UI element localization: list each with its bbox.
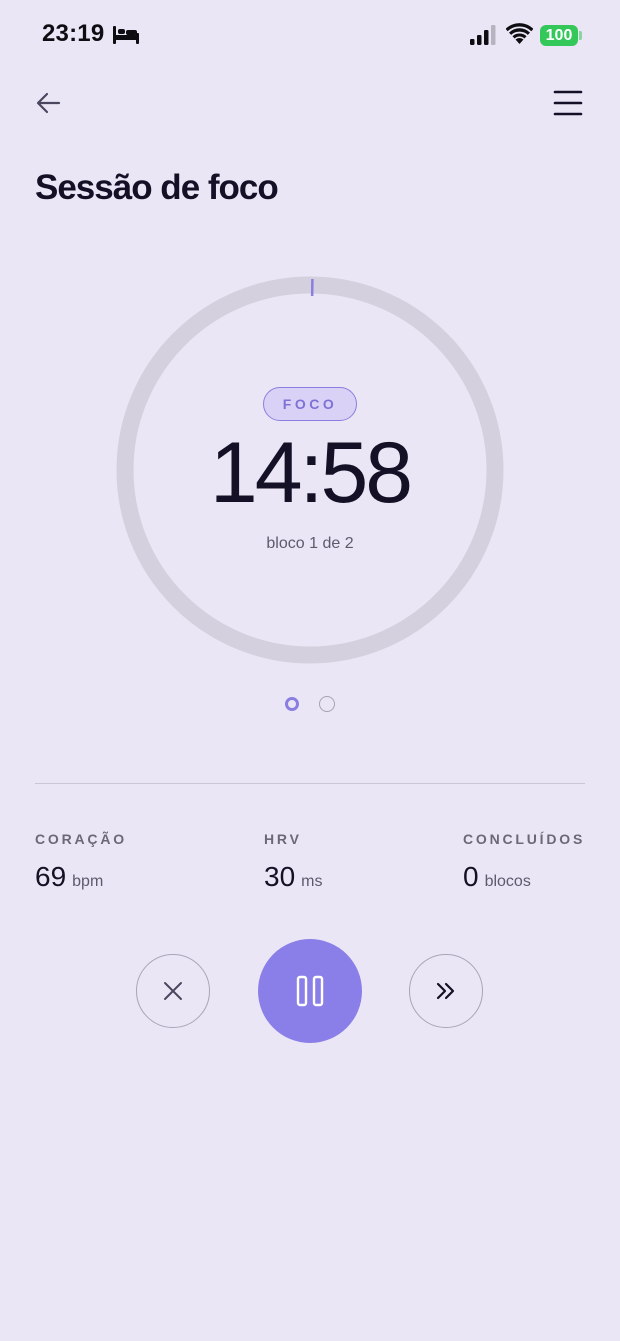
close-icon — [164, 982, 182, 1000]
pause-icon — [296, 975, 324, 1007]
battery-tip — [579, 31, 582, 40]
hrv-unit: ms — [301, 873, 323, 890]
stat-label-hrv: HRV — [264, 831, 302, 847]
menu-button[interactable] — [548, 84, 588, 122]
arrow-left-icon — [36, 92, 61, 114]
wifi-icon — [506, 23, 533, 44]
heart-rate-unit: bpm — [72, 873, 104, 890]
block-label: bloco 1 de 2 — [266, 535, 354, 552]
page-title: Sessão de foco — [35, 168, 279, 207]
page-dot-active[interactable] — [285, 697, 299, 711]
status-time: 23:19 — [42, 20, 105, 47]
timer-countdown: 14:58 — [209, 425, 413, 521]
stat-value-hrv: 30 ms — [264, 861, 322, 893]
stat-value-completed: 0 blocos — [463, 861, 531, 893]
back-button[interactable] — [30, 84, 68, 122]
hamburger-menu-icon — [553, 90, 583, 116]
page-dot[interactable] — [319, 696, 335, 712]
skip-forward-icon — [436, 982, 455, 1000]
stop-button[interactable] — [136, 954, 210, 1028]
signal-icon — [470, 25, 496, 45]
stat-value-heart: 69 bpm — [35, 861, 103, 893]
stat-label-completed: CONCLUÍDOS — [463, 831, 586, 847]
mode-badge: FOCO — [263, 387, 357, 421]
skip-button[interactable] — [409, 954, 483, 1028]
heart-rate-value: 69 — [35, 861, 67, 892]
stat-label-heart: CORAÇÃO — [35, 831, 127, 847]
bed-icon — [113, 26, 139, 44]
completed-value: 0 — [463, 861, 479, 892]
battery-indicator: 100 — [540, 25, 578, 46]
completed-unit: blocos — [484, 873, 531, 890]
divider — [35, 783, 585, 784]
hrv-value: 30 — [264, 861, 296, 892]
pause-button[interactable] — [258, 939, 362, 1043]
